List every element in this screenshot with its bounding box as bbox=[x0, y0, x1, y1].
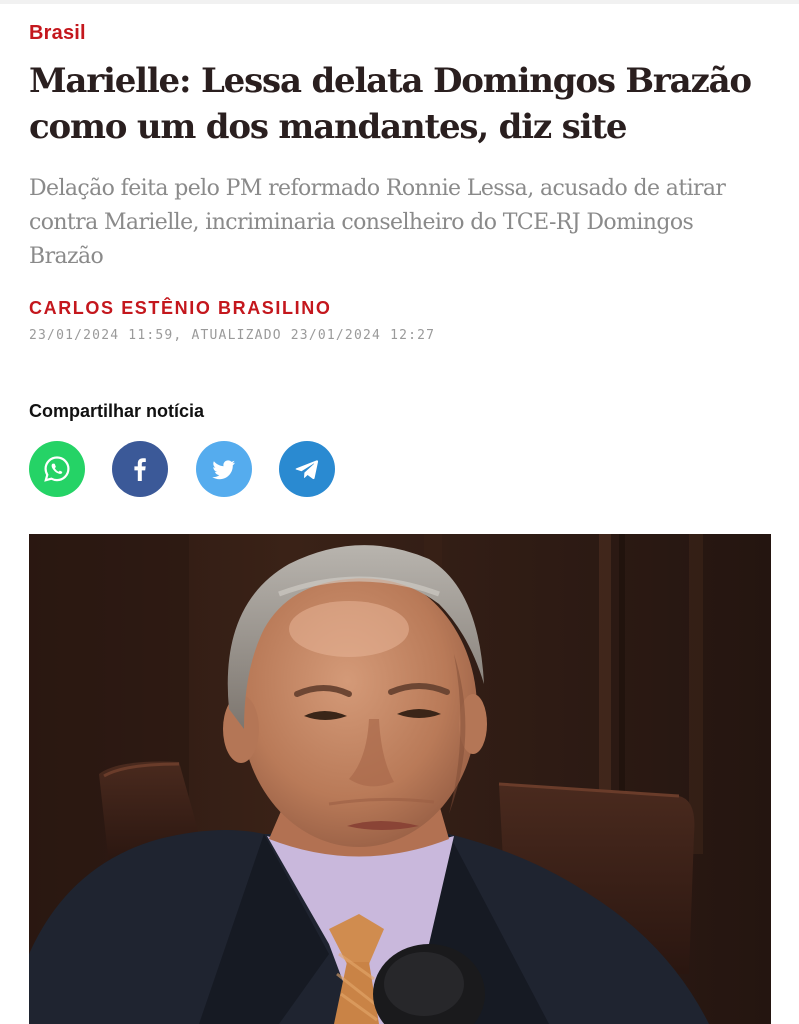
share-label: Compartilhar notícia bbox=[29, 401, 205, 421]
top-bar bbox=[0, 0, 799, 4]
whatsapp-icon bbox=[42, 454, 72, 484]
headline: Marielle: Lessa delata Domingos Brazão c… bbox=[29, 61, 752, 147]
share-whatsapp-button[interactable] bbox=[29, 441, 85, 497]
share-twitter-button[interactable] bbox=[196, 441, 252, 497]
twitter-icon bbox=[209, 454, 239, 484]
share-telegram-button[interactable] bbox=[279, 441, 335, 497]
share-buttons bbox=[29, 441, 349, 497]
author-name[interactable]: CARLOS ESTÊNIO BRASILINO bbox=[29, 298, 331, 319]
article-photo bbox=[29, 534, 771, 1024]
publish-dates: 23/01/2024 11:59, ATUALIZADO 23/01/2024 … bbox=[29, 328, 436, 343]
subtitle: Delação feita pelo PM reformado Ronnie L… bbox=[29, 176, 726, 269]
section-label[interactable]: Brasil bbox=[29, 22, 86, 45]
telegram-icon bbox=[292, 454, 322, 484]
facebook-icon bbox=[125, 454, 155, 484]
share-facebook-button[interactable] bbox=[112, 441, 168, 497]
